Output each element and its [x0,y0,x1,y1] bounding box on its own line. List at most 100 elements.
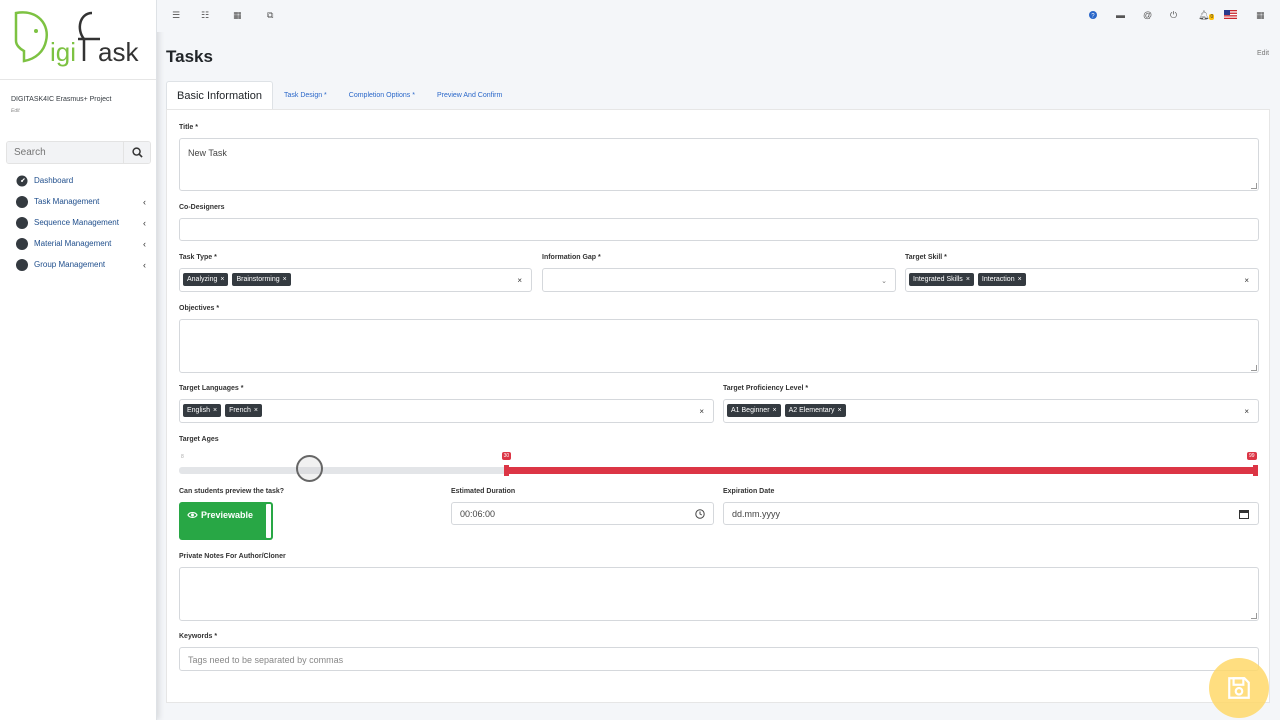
task-type-select[interactable]: Analyzing × Brainstorming × × [179,268,532,292]
tag-chip: English × [183,404,222,417]
circle-icon [16,258,28,271]
remove-tag-icon[interactable]: × [773,407,777,414]
sidebar-item-label: Sequence Management [34,218,119,227]
copy-icon[interactable]: ⧉ [267,10,273,21]
page-title: Tasks [166,47,213,66]
logo[interactable]: igi ask [0,0,156,80]
target-skill-label: Target Skill * [905,254,947,261]
keywords-placeholder: Tags need to be separated by commas [188,655,344,665]
objectives-textarea[interactable] [179,319,1259,373]
expiration-date-input[interactable]: dd.mm.yyyy [723,502,1259,525]
digitask-logo: igi ask [14,11,139,67]
slider-handle-max[interactable] [1253,465,1258,476]
search-icon [131,147,143,158]
menu-icon[interactable]: ☰ [172,10,180,21]
search-input[interactable] [7,142,123,163]
slider-high-value: 99 [1247,452,1257,460]
header-edit-link[interactable]: Edit [1257,50,1269,57]
remove-tag-icon[interactable]: × [283,276,287,283]
sidebar-item-label: Material Management [34,239,112,248]
remove-tag-icon[interactable]: × [966,276,970,283]
keywords-input[interactable]: Tags need to be separated by commas [179,647,1259,671]
tab-completion-options[interactable]: Completion Options * [338,81,426,109]
clear-icon[interactable]: × [517,276,522,285]
clear-icon[interactable]: × [1244,276,1249,285]
previewable-toggle[interactable]: Previewable [179,502,273,540]
tag-label: English [187,407,210,414]
preview-label: Can students preview the task? [179,488,285,495]
chevron-left-icon: ‹ [143,238,146,249]
list-icon[interactable]: ☷ [201,10,209,21]
resize-handle[interactable] [1251,365,1257,371]
sidebar-item-dashboard[interactable]: Dashboard [0,170,156,191]
sidebar-item-task-management[interactable]: Task Management ‹ [0,191,156,212]
information-gap-select[interactable]: ⌄ [542,268,896,292]
tag-chip: A2 Elementary × [784,404,846,417]
sidebar-item-label: Group Management [34,260,106,269]
information-gap-label: Information Gap * [542,254,601,261]
bell-icon[interactable]: 🔔︎0 [1198,10,1215,21]
remove-tag-icon[interactable]: × [254,407,258,414]
tab-basic-information[interactable]: Basic Information [166,81,273,109]
clear-icon[interactable]: × [1244,407,1249,416]
remove-tag-icon[interactable]: × [838,407,842,414]
task-type-label: Task Type * [179,254,217,261]
target-proficiency-select[interactable]: A1 Beginner × A2 Elementary × × [723,399,1259,423]
remove-tag-icon[interactable]: × [213,407,217,414]
private-notes-textarea[interactable] [179,567,1259,621]
project-info: DIGITASK4IC Erasmus+ Project Edit [0,80,156,136]
at-icon[interactable]: @ [1143,10,1152,20]
tag-chip: Brainstorming × [232,273,291,286]
calendar-icon[interactable] [1239,509,1249,519]
title-field[interactable]: New Task [179,138,1259,191]
resize-handle[interactable] [1251,183,1257,189]
power-icon[interactable]: ⏻ [1170,10,1177,21]
title-label: Title * [179,124,198,131]
trash-icon[interactable]: ▬ [1116,10,1125,20]
age-range-slider[interactable] [179,467,1257,474]
expiration-date-placeholder: dd.mm.yyyy [732,509,781,519]
previewable-label: Previewable [200,510,254,520]
clear-icon[interactable]: × [699,407,704,416]
target-languages-tags: English × French × [183,404,262,417]
flag-us-icon[interactable] [1224,10,1237,19]
tag-label: Brainstorming [236,276,280,283]
tab-task-design[interactable]: Task Design * [273,81,338,109]
chevron-left-icon: ‹ [143,259,146,270]
target-skill-select[interactable]: Integrated Skills × Interaction × × [905,268,1259,292]
co-designers-label: Co-Designers [179,204,225,211]
toggle-knob [266,504,271,538]
help-icon[interactable]: ? [1089,11,1097,19]
remove-tag-icon[interactable]: × [220,276,224,283]
svg-text:ask: ask [98,37,139,67]
target-proficiency-tags: A1 Beginner × A2 Elementary × [727,404,846,417]
sidebar-item-material-management[interactable]: Material Management ‹ [0,233,156,254]
grid-icon[interactable]: ▦ [1256,10,1265,21]
search-button[interactable] [123,142,150,163]
tag-chip: French × [225,404,262,417]
task-form: Title * New Task Co-Designers Task Type … [166,109,1270,703]
sidebar-item-group-management[interactable]: Group Management ‹ [0,254,156,275]
tab-preview-and-confirm[interactable]: Preview And Confirm [426,81,513,109]
objectives-label: Objectives * [179,305,220,312]
dashboard-icon [16,175,28,186]
project-edit-link[interactable]: Edit [11,108,145,114]
clock-icon[interactable] [695,509,705,519]
slider-handle-min[interactable] [503,465,509,476]
chevron-down-icon: ⌄ [881,278,887,285]
tag-label: Interaction [981,276,1015,283]
calendar-icon[interactable]: ▦ [233,10,242,21]
chevron-left-icon: ‹ [143,196,146,207]
tag-label: A2 Elementary [788,407,835,414]
resize-handle[interactable] [1251,613,1257,619]
circle-icon [16,195,28,208]
target-languages-select[interactable]: English × French × × [179,399,714,423]
save-button[interactable] [1209,658,1269,718]
svg-text:igi: igi [50,37,76,67]
remove-tag-icon[interactable]: × [1018,276,1022,283]
co-designers-input[interactable] [179,218,1259,241]
circle-icon [16,237,28,250]
estimated-duration-input[interactable]: 00:06:00 [451,502,714,525]
project-name: DIGITASK4IC Erasmus+ Project [11,96,112,103]
sidebar-item-sequence-management[interactable]: Sequence Management ‹ [0,212,156,233]
